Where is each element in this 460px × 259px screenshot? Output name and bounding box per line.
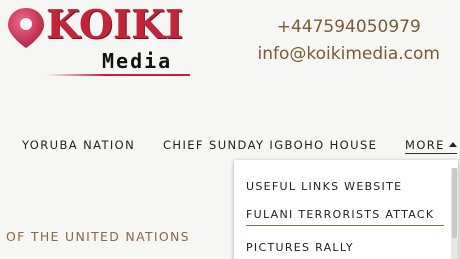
menu-item-fulani-terrorists-attack[interactable]: FULANI TERRORISTS ATTACK: [246, 208, 434, 221]
scrollbar-thumb[interactable]: [452, 168, 457, 238]
logo-underline: [46, 74, 190, 76]
site-logo[interactable]: KOIKI Media: [6, 4, 190, 76]
menu-item-pictures-rally[interactable]: PICTURES RALLY: [246, 241, 354, 254]
logo-wordmark: KOIKI: [46, 2, 184, 48]
nav-item-more[interactable]: MORE: [405, 138, 457, 154]
more-dropdown-menu: USEFUL LINKS WEBSITE FULANI TERRORISTS A…: [234, 160, 458, 259]
main-nav: YORUBA NATION CHIEF SUNDAY IGBOHO HOUSE …: [0, 138, 460, 154]
caret-up-icon: [448, 142, 457, 147]
email-link[interactable]: info@koikimedia.com: [258, 41, 440, 68]
menu-item-useful-links-website[interactable]: USEFUL LINKS WEBSITE: [246, 180, 402, 193]
nav-item-yoruba-nation[interactable]: YORUBA NATION: [22, 138, 135, 152]
menu-divider: [246, 225, 444, 226]
phone-link[interactable]: +447594050979: [258, 14, 440, 41]
page-heading-fragment: OF THE UNITED NATIONS: [6, 229, 190, 244]
nav-item-chief-sunday-igboho-house[interactable]: CHIEF SUNDAY IGBOHO HOUSE: [163, 138, 377, 152]
nav-more-label: MORE: [405, 138, 445, 152]
dropdown-scrollbar[interactable]: [451, 168, 458, 259]
map-pin-icon: [8, 8, 44, 48]
page: KOIKI Media +447594050979 info@koikimedi…: [0, 0, 460, 259]
contact-info: +447594050979 info@koikimedia.com: [258, 14, 440, 68]
logo-subtitle: Media: [102, 49, 173, 73]
